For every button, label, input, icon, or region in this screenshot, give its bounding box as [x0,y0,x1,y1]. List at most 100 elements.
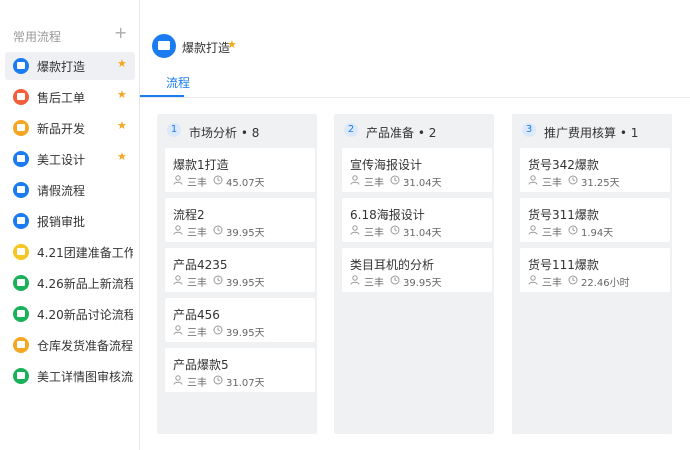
column-index-badge: 1 [167,123,181,137]
process-icon [13,368,29,384]
add-process-button[interactable]: + [114,24,127,42]
top-header: 爆款打造 ★ 流程 [140,0,690,98]
sidebar-item[interactable]: 4.21团建准备工作 [5,238,135,266]
card-title: 类目耳机的分析 [350,258,435,272]
clock-icon [213,175,223,185]
sidebar-item-label: 爆款打造 [37,60,86,74]
card-owner: 三丰 [364,228,384,239]
task-card[interactable]: 货号342爆款三丰 31.25天 [520,148,670,192]
sidebar-item-label: 新品开发 [37,122,86,136]
column-header: 2 产品准备 • 2 [334,114,494,146]
sidebar-item[interactable]: 爆款打造 ★ [5,52,135,80]
card-duration: 39.95天 [403,278,442,289]
card-owner: 三丰 [542,178,562,189]
process-icon [13,213,29,229]
process-icon [13,89,29,105]
star-icon[interactable]: ★ [227,38,237,51]
card-title: 流程2 [173,208,205,222]
card-duration: 22.46小时 [581,278,630,289]
task-card[interactable]: 爆款1打造 三丰 45.07天 [165,148,315,192]
task-card[interactable]: 宣传海报设计三丰 31.04天 [342,148,492,192]
clock-icon [390,275,400,285]
sidebar-item[interactable]: 请假流程 [5,176,135,204]
process-icon [13,120,29,136]
clock-icon [213,375,223,385]
process-icon [13,306,29,322]
card-title: 货号311爆款 [528,208,599,222]
card-duration: 31.04天 [403,178,442,189]
card-title: 6.18海报设计 [350,208,425,222]
process-icon [13,337,29,353]
user-icon [528,175,538,185]
user-icon [173,175,183,185]
card-owner: 三丰 [542,278,562,289]
task-card[interactable]: 产品4235 三丰 39.95天 [165,248,315,292]
sidebar-item-label: 售后工单 [37,91,86,105]
task-card[interactable]: 6.18海报设计 三丰 31.04天 [342,198,492,242]
card-title: 货号342爆款 [528,158,599,172]
folder-icon [152,34,176,58]
task-card[interactable]: 流程2 三丰 39.95天 [165,198,315,242]
clock-icon [390,225,400,235]
tab-underline [140,95,184,97]
clock-icon [213,225,223,235]
card-duration: 39.95天 [226,278,265,289]
user-icon [173,275,183,285]
card-owner: 三丰 [187,278,207,289]
kanban-column: 2 产品准备 • 2 宣传海报设计 三丰 31.04天 6.18海报设计 三丰 31.04天类… [334,114,494,434]
column-index-badge: 2 [344,123,358,137]
card-owner: 三丰 [187,178,207,189]
sidebar-item[interactable]: 4.20新品讨论流程 [5,300,135,328]
card-duration: 31.07天 [226,378,265,389]
user-icon [350,175,360,185]
tab-process[interactable]: 流程 [166,74,190,91]
star-icon[interactable]: ★ [117,119,127,132]
sidebar-item-label: 4.20新品讨论流程 [37,308,133,322]
column-header: 3 推广费用核算 • 1 [512,114,672,146]
card-owner: 三丰 [187,378,207,389]
process-icon [13,58,29,74]
sidebar-item[interactable]: 报销审批 [5,207,135,235]
user-icon [173,325,183,335]
process-icon [13,275,29,291]
task-card[interactable]: 产品456 三丰 39.95天 [165,298,315,342]
card-owner: 三丰 [187,228,207,239]
process-icon [13,151,29,167]
task-card[interactable]: 类目耳机的分析 三丰 39.95天 [342,248,492,292]
card-title: 宣传海报设计 [350,158,423,172]
user-icon [173,225,183,235]
sidebar-item-label: 报销审批 [37,215,86,229]
card-owner: 三丰 [187,328,207,339]
kanban-column: 3 推广费用核算 • 1 货号342爆款三丰 31.25天货号311爆款 三丰 1.94天… [512,114,672,434]
card-title: 产品456 [173,308,220,322]
sidebar-item[interactable]: 4.26新品上新流程 [5,269,135,297]
task-card[interactable]: 货号111爆款 三丰 22.46小时 [520,248,670,292]
user-icon [350,225,360,235]
sidebar-item[interactable]: 售后工单 ★ [5,83,135,111]
sidebar-title: 常用流程 [13,30,62,44]
column-title: 市场分析 • 8 [189,126,260,140]
sidebar-item-label: 美工详情图审核流... [37,370,133,384]
card-duration: 31.25天 [581,178,620,189]
card-duration: 39.95天 [226,228,265,239]
card-owner: 三丰 [364,178,384,189]
card-duration: 39.95天 [226,328,265,339]
star-icon[interactable]: ★ [117,57,127,70]
sidebar-item[interactable]: 美工详情图审核流... [5,362,135,390]
sidebar-item[interactable]: 新品开发 ★ [5,114,135,142]
card-title: 产品4235 [173,258,228,272]
sidebar: 常用流程 + 爆款打造 ★ 售后工单 ★ 新品开发 ★ 美工设计 ★ 请假流程 报销审批 4.21团… [0,0,140,450]
sidebar-item[interactable]: 美工设计 ★ [5,145,135,173]
process-icon [13,244,29,260]
user-icon [350,275,360,285]
star-icon[interactable]: ★ [117,150,127,163]
clock-icon [568,175,578,185]
clock-icon [568,225,578,235]
card-duration: 45.07天 [226,178,265,189]
sidebar-item[interactable]: 仓库发货准备流程 [5,331,135,359]
star-icon[interactable]: ★ [117,88,127,101]
task-card[interactable]: 货号311爆款 三丰 1.94天 [520,198,670,242]
task-card[interactable]: 产品爆款5 三丰 31.07天 [165,348,315,392]
column-title: 产品准备 • 2 [366,126,437,140]
user-icon [173,375,183,385]
